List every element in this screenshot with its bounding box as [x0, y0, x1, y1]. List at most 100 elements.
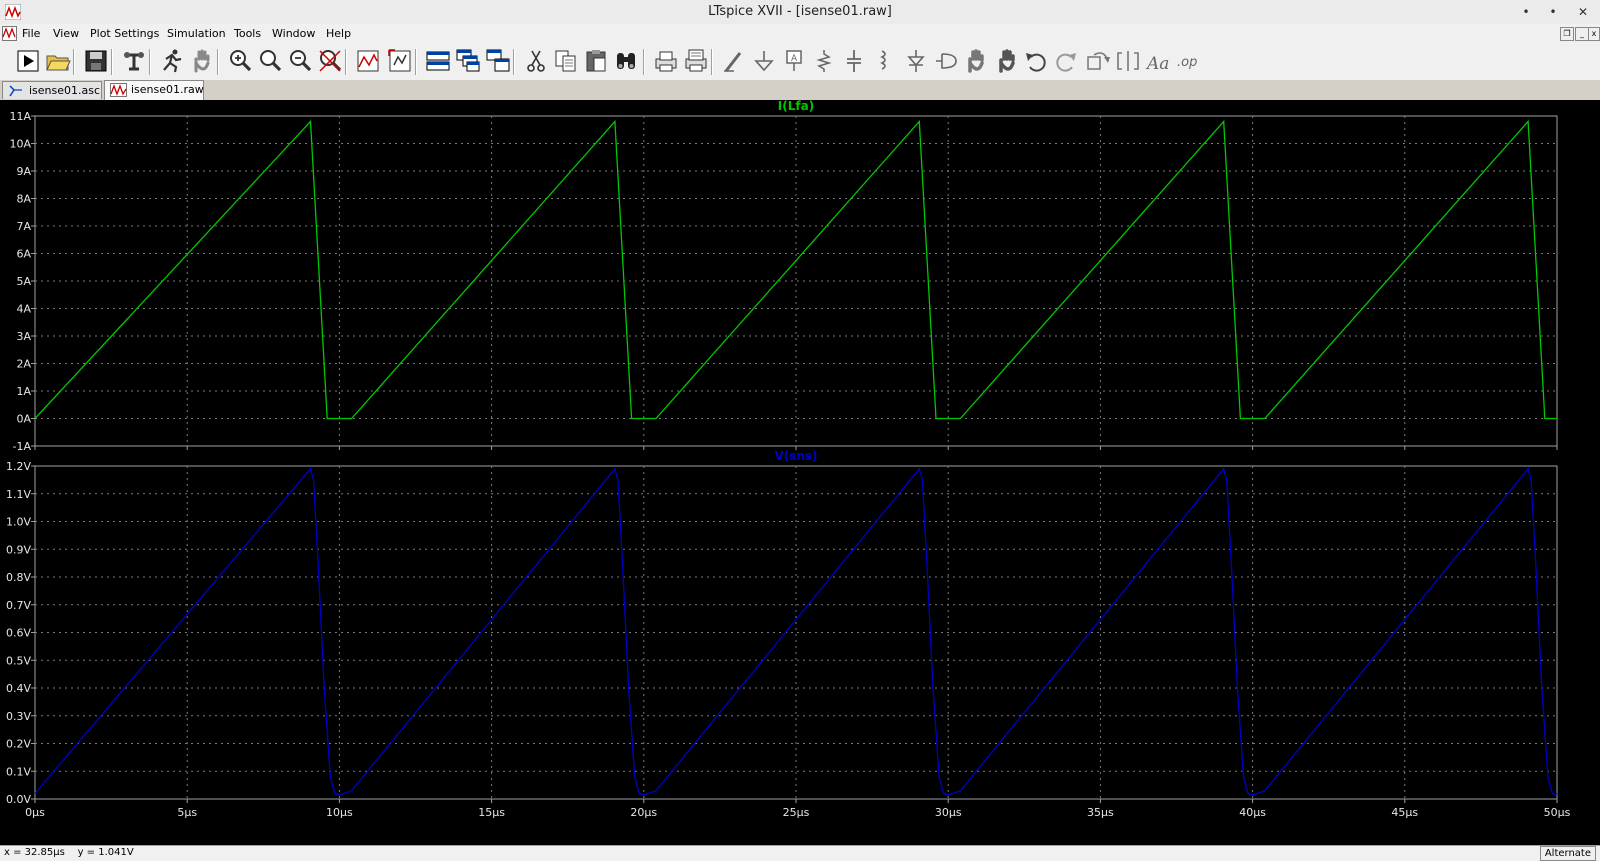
pan-plot-icon [388, 49, 411, 72]
y-tick-label: 4A [16, 303, 31, 316]
y-tick-label: 0.2V [6, 738, 31, 751]
document-waveform-icon[interactable] [2, 26, 17, 41]
diode-button[interactable] [902, 47, 930, 75]
move-button[interactable] [962, 47, 990, 75]
open-button[interactable] [44, 47, 72, 75]
toolbar-separator [149, 49, 151, 75]
redo-icon [1056, 53, 1076, 72]
zoom-fit-button[interactable] [316, 47, 344, 75]
close-button[interactable]: ✕ [1572, 2, 1594, 22]
run-button[interactable] [14, 47, 42, 75]
waveform-viewer[interactable]: I(Lfa) -1A 0A 1A 2A 3A 4A 5A 6A 7A 8A 9A 10A 11A V(sns… [0, 100, 1600, 845]
print-button[interactable] [652, 47, 680, 75]
spice-directive-icon: .op [1177, 55, 1197, 70]
move-icon [968, 49, 984, 73]
y-tick-label: 0.4V [6, 682, 31, 695]
rotate-icon [1087, 52, 1110, 70]
mdi-restore-button[interactable]: ❐ [1560, 27, 1574, 41]
label-net-button[interactable]: A [780, 47, 808, 75]
tab-isense01-asc[interactable]: isense01.asc [2, 81, 102, 99]
mdi-minimize-button[interactable]: _ [1575, 27, 1589, 41]
minimize-button[interactable]: • [1515, 2, 1537, 22]
print-icon [655, 51, 677, 72]
y-tick-label: 0.3V [6, 710, 31, 723]
draw-wire-button[interactable] [720, 47, 748, 75]
inductor-icon [880, 50, 886, 70]
resistor-button[interactable] [810, 47, 838, 75]
zoom-in-button[interactable] [256, 47, 284, 75]
undo-button[interactable] [1022, 47, 1050, 75]
run-man-button[interactable] [158, 47, 186, 75]
tab-isense01-raw[interactable]: isense01.raw [104, 80, 204, 100]
ground-button[interactable] [750, 47, 778, 75]
redo-button[interactable] [1052, 47, 1080, 75]
waveform-plots-svg[interactable]: I(Lfa) -1A 0A 1A 2A 3A 4A 5A 6A 7A 8A 9A 10A 11A V(sns… [0, 100, 1600, 845]
save-button[interactable] [82, 47, 110, 75]
mirror-button[interactable] [1114, 47, 1142, 75]
menu-tools[interactable]: Tools [234, 27, 261, 40]
y-tick-label: 5A [16, 275, 31, 288]
plot-pane-2[interactable]: V(sns) 0.0V 0.1V 0.2V 0.3V 0.4V 0.5V 0.6V 0.7V 0.… [6, 449, 1571, 819]
menu-plot-settings[interactable]: Plot Settings [90, 27, 159, 40]
control-panel-button[interactable] [120, 47, 148, 75]
toolbar-separator [217, 49, 219, 75]
y-tick-label: 0.0V [6, 793, 31, 806]
maximize-button[interactable]: • [1542, 2, 1564, 22]
menu-help[interactable]: Help [326, 27, 351, 40]
text-button[interactable]: Aa [1144, 47, 1172, 75]
y-tick-label: 6A [16, 248, 31, 261]
inductor-button[interactable] [870, 47, 898, 75]
pan-plot-button[interactable] [386, 47, 414, 75]
find-button[interactable] [612, 47, 640, 75]
x-tick-label: 15µs [478, 806, 505, 819]
autorange-icon [357, 50, 379, 72]
autorange-button[interactable] [354, 47, 382, 75]
cascade-button[interactable] [454, 47, 482, 75]
menu-file[interactable]: File [22, 27, 40, 40]
toolbar-separator [711, 49, 713, 75]
tab-label: isense01.asc [29, 84, 101, 97]
y-tick-label: 0.7V [6, 599, 31, 612]
print-preview-button[interactable] [682, 47, 710, 75]
y-tick-label: 0.5V [6, 654, 31, 667]
component-icon [936, 53, 957, 69]
copy-button[interactable] [552, 47, 580, 75]
plot-pane-1[interactable]: I(Lfa) -1A 0A 1A 2A 3A 4A 5A 6A 7A 8A 9A 10A 11A [9, 100, 1558, 453]
x-tick-label: 35µs [1087, 806, 1114, 819]
zoom-area-button[interactable] [226, 47, 254, 75]
menu-simulation[interactable]: Simulation [167, 27, 226, 40]
trace-line[interactable] [34, 467, 1558, 796]
spice-directive-button[interactable]: .op [1174, 47, 1202, 75]
x-tick-label: 5µs [177, 806, 197, 819]
cascade-icon [456, 49, 480, 72]
trace-title[interactable]: I(Lfa) [778, 100, 814, 113]
control-panel-icon [124, 52, 144, 71]
menu-window[interactable]: Window [272, 27, 315, 40]
zoom-out-button[interactable] [286, 47, 314, 75]
trace-line[interactable] [34, 119, 1557, 420]
x-tick-label: 50µs [1544, 806, 1571, 819]
mdi-close-button[interactable]: x [1588, 27, 1600, 41]
tile-horizontal-button[interactable] [424, 47, 452, 75]
paste-button[interactable] [582, 47, 610, 75]
status-mode: Alternate [1539, 846, 1596, 861]
cut-button[interactable] [522, 47, 550, 75]
component-button[interactable] [932, 47, 960, 75]
print-preview-icon [685, 49, 707, 72]
capacitor-button[interactable] [840, 47, 868, 75]
trace-title[interactable]: V(sns) [774, 449, 817, 463]
drag-button[interactable] [992, 47, 1020, 75]
ground-icon [754, 51, 774, 72]
toolbar-separator [415, 49, 417, 75]
y-tick-label: 11A [9, 110, 31, 123]
tile-vertical-button[interactable] [484, 47, 512, 75]
menu-view[interactable]: View [53, 27, 79, 40]
rotate-button[interactable] [1084, 47, 1112, 75]
y-tick-label: 7A [16, 220, 31, 233]
x-tick-label: 10µs [326, 806, 353, 819]
status-bar: x = 32.85µs y = 1.041V Alternate [0, 845, 1600, 861]
halt-hand-button[interactable] [188, 47, 216, 75]
x-tick-label: 30µs [935, 806, 962, 819]
save-icon [85, 50, 107, 72]
halt-hand-icon [194, 49, 210, 73]
